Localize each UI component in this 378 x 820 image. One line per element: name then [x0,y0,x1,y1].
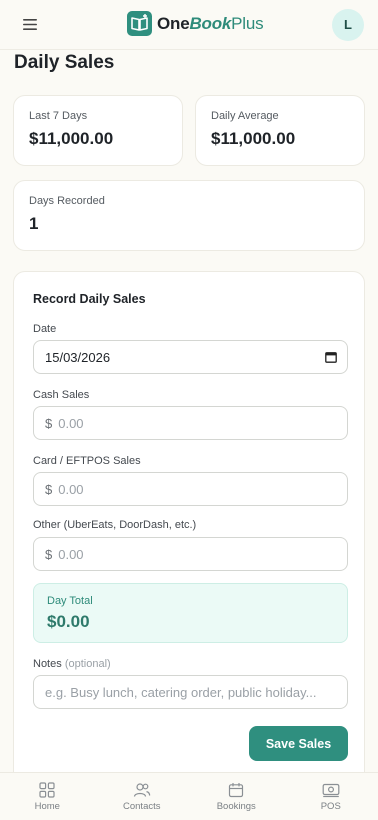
users-icon [133,782,150,797]
brand-name: OneBookPlus [157,13,264,33]
notes-label: Notes (optional) [33,658,111,670]
form-title: Record Daily Sales [33,292,146,306]
card-sales-input[interactable]: $ 0.00 [33,472,348,506]
other-sales-input[interactable]: $ 0.00 [33,537,348,571]
nav-item-pos[interactable]: POS [284,782,378,812]
cash-sales-input[interactable]: $ 0.00 [33,406,348,440]
stat-card-daily-average: Daily Average $11,000.00 [195,95,365,166]
date-label: Date [33,323,57,335]
nav-label: Bookings [216,800,256,812]
stat-card-last-7-days: Last 7 Days $11,000.00 [13,95,183,166]
cash-icon [322,783,340,797]
stat-value: $11,000.00 [211,129,296,148]
day-total-box: Day Total $0.00 [33,583,348,643]
calendar-picker-icon[interactable] [325,351,337,363]
nav-item-home[interactable]: Home [0,781,94,812]
other-sales-placeholder: 0.00 [58,546,84,562]
notes-optional-hint: (optional) [64,658,111,670]
stat-card-days-recorded: Days Recorded 1 [13,180,365,251]
stat-value: 1 [29,214,39,233]
user-avatar[interactable]: L [332,8,364,41]
stat-value: $11,000.00 [29,129,114,148]
page-title: Daily Sales [14,52,115,73]
card-sales-label: Card / EFTPOS Sales [33,455,141,467]
date-input[interactable]: 15/03/2026 [33,340,348,374]
book-logo-icon [127,11,152,36]
other-sales-label: Other (UberEats, DoorDash, etc.) [33,519,197,531]
brand-logo-link[interactable]: OneBookPlus [127,11,264,36]
currency-symbol: $ [45,481,53,497]
stat-label: Days Recorded [29,195,105,207]
notes-input[interactable]: e.g. Busy lunch, catering order, public … [33,675,348,709]
notes-placeholder: e.g. Busy lunch, catering order, public … [45,684,317,700]
currency-symbol: $ [45,415,53,431]
grid-icon [39,781,55,798]
hamburger-icon [23,19,37,30]
nav-item-bookings[interactable]: Bookings [189,782,283,812]
bottom-navigation: Home Contacts Bookings POS [0,772,378,820]
day-total-value: $0.00 [47,612,90,631]
card-sales-placeholder: 0.00 [58,481,84,497]
nav-item-contacts[interactable]: Contacts [95,782,189,812]
calendar-icon [229,782,244,797]
nav-label: POS [320,800,341,812]
record-sales-form: Record Daily Sales Date 15/03/2026 Cash … [13,271,365,791]
currency-symbol: $ [45,546,53,562]
top-bar: OneBookPlus L [0,0,378,50]
stat-label: Daily Average [211,110,279,122]
cash-sales-label: Cash Sales [33,389,90,401]
menu-button[interactable] [20,15,40,35]
cash-sales-placeholder: 0.00 [58,415,84,431]
save-sales-button[interactable]: Save Sales [249,726,348,761]
stat-label: Last 7 Days [29,110,88,122]
nav-label: Contacts [123,800,161,812]
day-total-label: Day Total [47,595,93,607]
date-value: 15/03/2026 [45,349,111,365]
nav-label: Home [34,800,60,812]
